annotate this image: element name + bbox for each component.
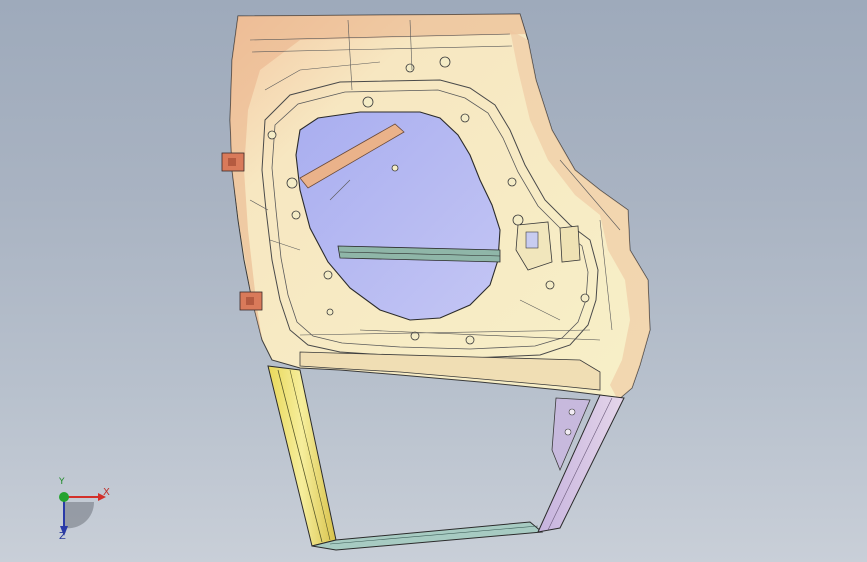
frame-left-leg	[267, 365, 337, 547]
y-axis-label: Y	[59, 477, 65, 487]
coordinate-triad: X Y Z	[44, 477, 124, 550]
z-axis-label: Z	[59, 531, 66, 542]
y-axis-dot	[59, 492, 69, 502]
x-axis-label: X	[103, 487, 110, 498]
frame-bottom	[311, 521, 544, 551]
door-panel-model[interactable]	[0, 0, 867, 562]
graphics-viewport[interactable]: X Y Z	[0, 0, 867, 562]
